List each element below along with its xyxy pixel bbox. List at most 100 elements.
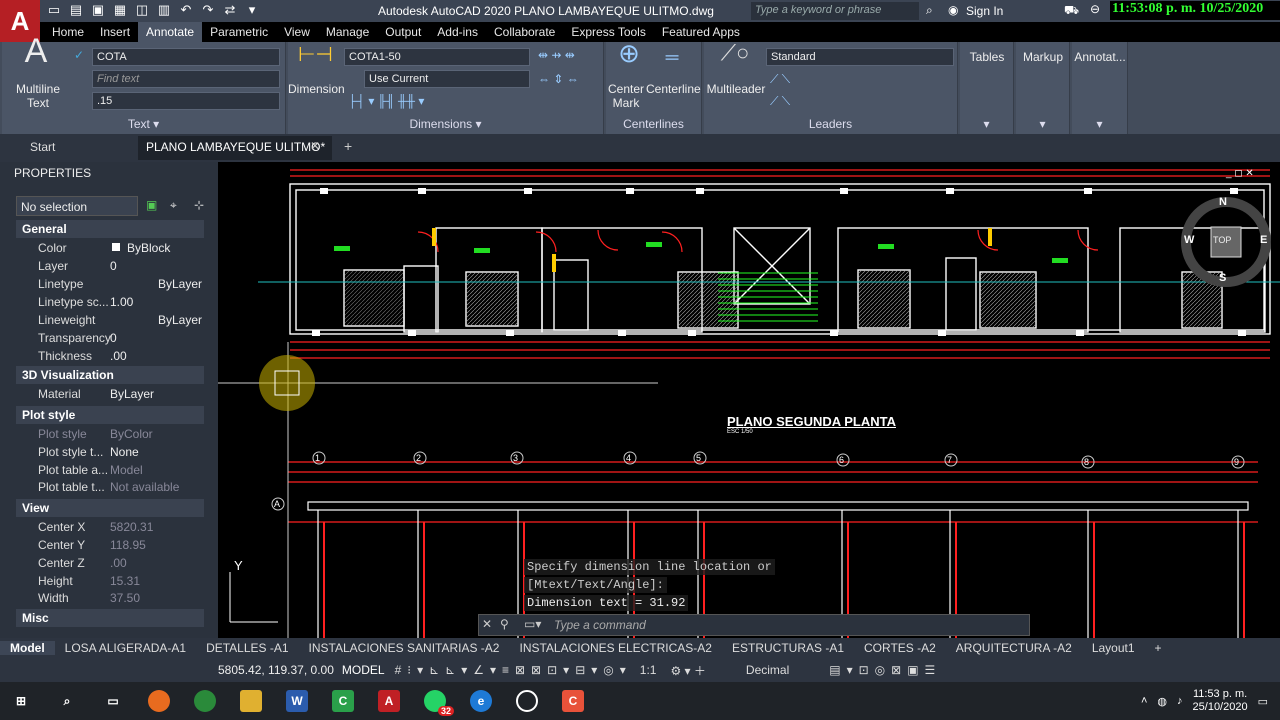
drafting-toggles-icon[interactable]: #⁝▾⊾⊾▾∠▾≡⊠⊠⊡▾⊟▾◎▾	[395, 663, 632, 677]
dim-continue-icon[interactable]: ├┤ ▾ ╟╢ ╫╫ ▾	[348, 94, 424, 108]
drawing-canvas[interactable]: PLANO SEGUNDA PLANTA ESC 1/50 1 2 3 4 5 …	[218, 162, 1280, 638]
firefox-icon[interactable]	[148, 690, 170, 712]
multileader-button[interactable]: Multileader	[704, 82, 768, 96]
add-leader-icon[interactable]: ⟋ ⟍	[770, 72, 790, 86]
tab-view[interactable]: View	[276, 22, 318, 42]
tab-layout[interactable]: DETALLES -A1	[196, 641, 298, 655]
text-style-select[interactable]: COTA	[92, 48, 280, 66]
tables-expand-icon[interactable]: ▾	[960, 117, 1013, 131]
word-icon[interactable]: W	[286, 690, 308, 712]
section-general[interactable]: General	[16, 220, 204, 238]
web-icon[interactable]: ◫	[134, 2, 150, 18]
section-view[interactable]: View	[16, 499, 204, 517]
center-mark-button[interactable]: Center Mark	[606, 82, 646, 110]
file-explorer-icon[interactable]	[240, 690, 262, 712]
tab-layout[interactable]: LOSA ALIGERADA-A1	[55, 641, 196, 655]
close-command-icon[interactable]: ✕	[482, 617, 492, 631]
undo-icon[interactable]: ↶	[178, 2, 194, 18]
search-icon[interactable]: ⌕	[56, 690, 78, 712]
annotation-expand-icon[interactable]: ▾	[1072, 117, 1127, 131]
annotation-scale[interactable]: 1:1	[640, 663, 657, 677]
centerline-button[interactable]: Centerline	[646, 82, 701, 96]
chrome-icon[interactable]	[194, 690, 216, 712]
multiline-text-button[interactable]: Multiline Text	[10, 82, 66, 110]
tab-layout[interactable]: INSTALACIONES ELECTRICAS-A2	[509, 641, 722, 655]
edge-icon[interactable]: e	[470, 690, 492, 712]
new-tab-icon[interactable]: +	[344, 138, 352, 154]
status-tools-icon[interactable]: ▤▾⊡◎⊠▣☰	[829, 663, 941, 677]
prop-value[interactable]: 0	[110, 331, 117, 345]
text-panel-label[interactable]: Text ▾	[2, 117, 285, 131]
dimension-icon[interactable]: ⊢⊣	[298, 45, 333, 65]
dimension-style-select[interactable]: COTA1-50	[344, 48, 530, 66]
command-customize-icon[interactable]: ⚲	[500, 617, 509, 631]
tab-output[interactable]: Output	[377, 22, 429, 42]
centerline-icon[interactable]: ═	[652, 48, 692, 66]
prop-value[interactable]: ByLayer	[158, 277, 202, 291]
new-icon[interactable]: ▭	[46, 2, 62, 18]
taskbar-time[interactable]: 11:53 p. m.	[1193, 688, 1248, 701]
tab-collaborate[interactable]: Collaborate	[486, 22, 563, 42]
quick-select-icon[interactable]: ⊹	[194, 198, 204, 212]
selection-dropdown[interactable]: No selection	[16, 196, 138, 216]
compass-east[interactable]: E	[1260, 234, 1267, 246]
open-icon[interactable]: ▤	[68, 2, 84, 18]
prop-value[interactable]: 1.00	[110, 295, 133, 309]
toggle-pickadd-icon[interactable]: ▣	[146, 198, 157, 212]
task-view-icon[interactable]: ▭	[102, 690, 124, 712]
tab-start[interactable]: Start	[30, 140, 55, 154]
tab-model[interactable]: Model	[0, 641, 55, 655]
section-3d-visualization[interactable]: 3D Visualization	[16, 366, 204, 384]
compass-west[interactable]: W	[1184, 234, 1194, 246]
workspace-icon[interactable]: ▾	[244, 2, 260, 18]
prop-value[interactable]: None	[110, 445, 139, 459]
recorder-icon[interactable]: C	[562, 690, 584, 712]
tab-layout[interactable]: ESTRUCTURAS -A1	[722, 641, 854, 655]
tab-layout[interactable]: ARQUITECTURA -A2	[946, 641, 1082, 655]
tab-insert[interactable]: Insert	[92, 22, 138, 42]
redo-icon[interactable]: ↷	[200, 2, 216, 18]
taskbar-date[interactable]: 25/10/2020	[1193, 701, 1248, 714]
tab-featured-apps[interactable]: Featured Apps	[654, 22, 748, 42]
whatsapp-icon[interactable]: 32	[424, 690, 454, 716]
command-input[interactable]: Type a command	[478, 614, 1030, 636]
quick-dim-icon[interactable]: ⇹ ⇸ ⇹	[538, 48, 575, 62]
select-objects-icon[interactable]: ⌖	[170, 198, 177, 213]
share-icon[interactable]: ⇄	[222, 2, 238, 18]
network-icon[interactable]: ◍	[1157, 695, 1167, 708]
tab-layout[interactable]: Layout1	[1082, 641, 1145, 655]
save-as-icon[interactable]: ▦	[112, 2, 128, 18]
tab-home[interactable]: Home	[44, 22, 92, 42]
center-mark-icon[interactable]: ⊕	[610, 40, 648, 66]
viewport-window-controls[interactable]: _ ◻ ✕	[1226, 168, 1254, 179]
compass-north[interactable]: N	[1219, 196, 1227, 208]
prop-value[interactable]: ByLayer	[110, 387, 154, 401]
markup-expand-icon[interactable]: ▾	[1016, 117, 1069, 131]
multiline-text-icon[interactable]: A	[16, 34, 56, 68]
multileader-icon[interactable]: ⟋○	[718, 42, 752, 64]
binoculars-icon[interactable]: ⌕	[926, 3, 933, 18]
prop-value[interactable]: ByBlock	[127, 241, 170, 255]
section-plot-style[interactable]: Plot style	[16, 406, 204, 424]
volume-icon[interactable]: ♪	[1177, 695, 1183, 707]
markup-button[interactable]: Markup	[1016, 50, 1070, 64]
obs-icon[interactable]	[516, 690, 538, 712]
find-text-input[interactable]: Find text	[92, 70, 280, 88]
notifications-icon[interactable]: ▭	[1258, 695, 1268, 708]
search-input[interactable]: Type a keyword or phrase	[751, 2, 919, 20]
model-space-button[interactable]: MODEL	[342, 663, 385, 677]
compass-south[interactable]: S	[1219, 272, 1226, 284]
tab-layout[interactable]: CORTES -A2	[854, 641, 946, 655]
dimensions-panel-label[interactable]: Dimensions ▾	[288, 117, 603, 131]
section-misc[interactable]: Misc	[16, 609, 204, 627]
text-height-select[interactable]: .15	[92, 92, 280, 110]
tab-parametric[interactable]: Parametric	[202, 22, 276, 42]
coordinates-readout[interactable]: 5805.42, 119.37, 0.00	[218, 663, 334, 677]
help-icon[interactable]: ⊖	[1090, 2, 1100, 16]
save-icon[interactable]: ▣	[90, 2, 106, 18]
tab-layout[interactable]: INSTALACIONES SANITARIAS -A2	[299, 641, 510, 655]
tables-button[interactable]: Tables	[960, 50, 1014, 64]
viewcube-top[interactable]: TOP	[1213, 235, 1231, 245]
dimension-button[interactable]: Dimension	[288, 82, 345, 96]
command-history-icon[interactable]: ▭▾	[524, 617, 541, 631]
